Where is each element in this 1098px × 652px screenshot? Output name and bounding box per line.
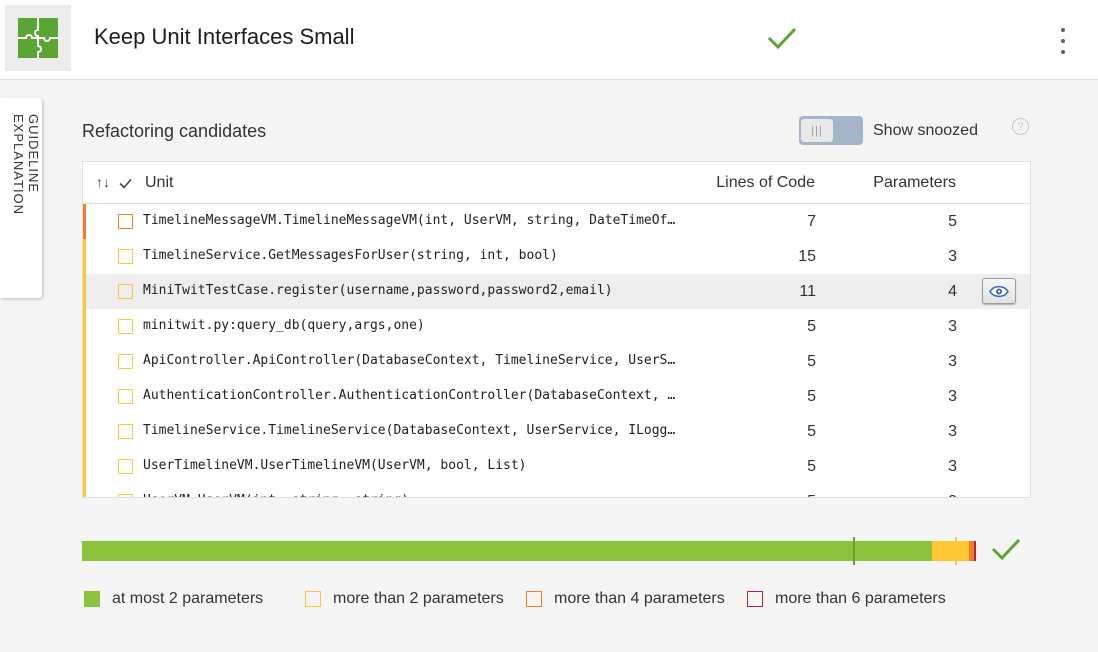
check-icon bbox=[991, 537, 1021, 566]
more-vert-icon[interactable] bbox=[1052, 28, 1074, 54]
lines-of-code: 5 bbox=[807, 318, 816, 335]
legend-label: at most 2 parameters bbox=[112, 590, 264, 607]
legend-label: more than 6 parameters bbox=[775, 590, 946, 607]
row-checkbox[interactable] bbox=[118, 389, 133, 404]
toggle-knob: ||| bbox=[801, 119, 833, 142]
parameter-count: 3 bbox=[948, 458, 957, 475]
unit-name: TimelineService.TimelineService(Database… bbox=[143, 423, 678, 438]
unit-name: ApiController.ApiController(DatabaseCont… bbox=[143, 353, 678, 368]
parameter-count: 3 bbox=[948, 248, 957, 265]
show-snoozed-toggle[interactable]: ||| bbox=[799, 116, 863, 145]
unit-name: TimelineMessageVM.TimelineMessageVM(int,… bbox=[143, 213, 678, 228]
severity-bar bbox=[83, 449, 86, 484]
severity-bar bbox=[83, 344, 86, 379]
legend-label: more than 4 parameters bbox=[554, 590, 725, 607]
table-row[interactable]: UserTimelineVM.UserTimelineVM(UserVM, bo… bbox=[83, 449, 1030, 484]
row-checkbox[interactable] bbox=[118, 354, 133, 369]
severity-bar bbox=[83, 484, 86, 497]
severity-bar bbox=[83, 204, 86, 239]
parameter-count: 3 bbox=[948, 423, 957, 440]
eye-icon bbox=[989, 285, 1009, 297]
legend-swatch bbox=[305, 591, 321, 607]
severity-bar bbox=[83, 379, 86, 414]
lines-of-code: 5 bbox=[807, 493, 816, 497]
table-header: ↑↓ Unit Lines of Code Parameters bbox=[83, 162, 1030, 204]
severity-bar bbox=[83, 309, 86, 344]
legend-item: more than 2 parameters bbox=[305, 590, 504, 608]
severity-bar bbox=[83, 414, 86, 449]
help-icon[interactable]: ? bbox=[1012, 118, 1029, 135]
parameter-count: 4 bbox=[948, 283, 957, 300]
guideline-explanation-label: GUIDELINE EXPLANATION bbox=[11, 114, 41, 216]
legend-item: more than 4 parameters bbox=[526, 590, 725, 608]
table-row[interactable]: AuthenticationController.AuthenticationC… bbox=[83, 379, 1030, 414]
table-row[interactable]: MiniTwitTestCase.register(username,passw… bbox=[83, 274, 1030, 309]
legend-item: more than 6 parameters bbox=[747, 590, 946, 608]
lines-of-code: 5 bbox=[807, 353, 816, 370]
unit-name: MiniTwitTestCase.register(username,passw… bbox=[143, 283, 613, 298]
threshold-marker bbox=[955, 537, 958, 565]
legend-label: more than 2 parameters bbox=[333, 590, 504, 607]
column-header-loc[interactable]: Lines of Code bbox=[716, 174, 815, 192]
parameter-count: 3 bbox=[948, 388, 957, 405]
column-header-params[interactable]: Parameters bbox=[873, 174, 956, 192]
table-row[interactable]: TimelineService.GetMessagesForUser(strin… bbox=[83, 239, 1030, 274]
row-checkbox[interactable] bbox=[118, 214, 133, 229]
guideline-explanation-tab[interactable]: GUIDELINE EXPLANATION bbox=[0, 98, 42, 298]
severity-bar bbox=[83, 274, 86, 309]
lines-of-code: 5 bbox=[807, 458, 816, 475]
column-header-unit[interactable]: Unit bbox=[145, 174, 173, 192]
severity-bar bbox=[83, 239, 86, 274]
lines-of-code: 5 bbox=[807, 423, 816, 440]
distribution-segment bbox=[932, 541, 969, 561]
row-checkbox[interactable] bbox=[118, 249, 133, 264]
distribution-segment bbox=[82, 541, 933, 561]
row-checkbox[interactable] bbox=[118, 459, 133, 474]
distribution-segment bbox=[974, 541, 976, 561]
show-snoozed-label: Show snoozed bbox=[873, 122, 978, 139]
legend-swatch bbox=[84, 591, 100, 607]
row-checkbox[interactable] bbox=[118, 494, 133, 497]
threshold-marker bbox=[852, 537, 855, 565]
lines-of-code: 15 bbox=[798, 248, 816, 265]
table-row[interactable]: TimelineMessageVM.TimelineMessageVM(int,… bbox=[83, 204, 1030, 239]
parameter-count: 3 bbox=[948, 493, 957, 497]
lines-of-code: 5 bbox=[807, 388, 816, 405]
view-source-button[interactable] bbox=[982, 278, 1016, 304]
legend-swatch bbox=[526, 591, 542, 607]
puzzle-icon bbox=[5, 5, 71, 71]
row-checkbox[interactable] bbox=[118, 424, 133, 439]
table-row[interactable]: UserVM.UserVM(int, string, string) 5 3 bbox=[83, 484, 1030, 497]
check-icon[interactable] bbox=[119, 176, 132, 194]
legend-swatch bbox=[747, 591, 763, 607]
lines-of-code: 11 bbox=[799, 283, 816, 300]
table-row[interactable]: ApiController.ApiController(DatabaseCont… bbox=[83, 344, 1030, 379]
candidates-table: ↑↓ Unit Lines of Code Parameters Timelin… bbox=[82, 161, 1031, 498]
distribution-bar bbox=[82, 537, 976, 565]
header: Keep Unit Interfaces Small bbox=[0, 0, 1098, 80]
unit-name: TimelineService.GetMessagesForUser(strin… bbox=[143, 248, 558, 263]
table-row[interactable]: minitwit.py:query_db(query,args,one) 5 3 bbox=[83, 309, 1030, 344]
table-row[interactable]: TimelineService.TimelineService(Database… bbox=[83, 414, 1030, 449]
row-checkbox[interactable] bbox=[118, 284, 133, 299]
parameter-count: 3 bbox=[948, 318, 957, 335]
row-checkbox[interactable] bbox=[118, 319, 133, 334]
legend-item: at most 2 parameters bbox=[84, 590, 263, 608]
sort-icon[interactable]: ↑↓ bbox=[96, 174, 110, 190]
check-icon bbox=[767, 26, 797, 55]
page-title: Keep Unit Interfaces Small bbox=[94, 24, 355, 49]
lines-of-code: 7 bbox=[807, 213, 816, 230]
parameter-count: 5 bbox=[948, 213, 957, 230]
unit-name: minitwit.py:query_db(query,args,one) bbox=[143, 318, 425, 333]
parameter-count: 3 bbox=[948, 353, 957, 370]
section-title: Refactoring candidates bbox=[82, 121, 267, 141]
unit-name: UserTimelineVM.UserTimelineVM(UserVM, bo… bbox=[143, 458, 527, 473]
unit-name: AuthenticationController.AuthenticationC… bbox=[143, 388, 678, 403]
unit-name: UserVM.UserVM(int, string, string) bbox=[143, 493, 678, 497]
